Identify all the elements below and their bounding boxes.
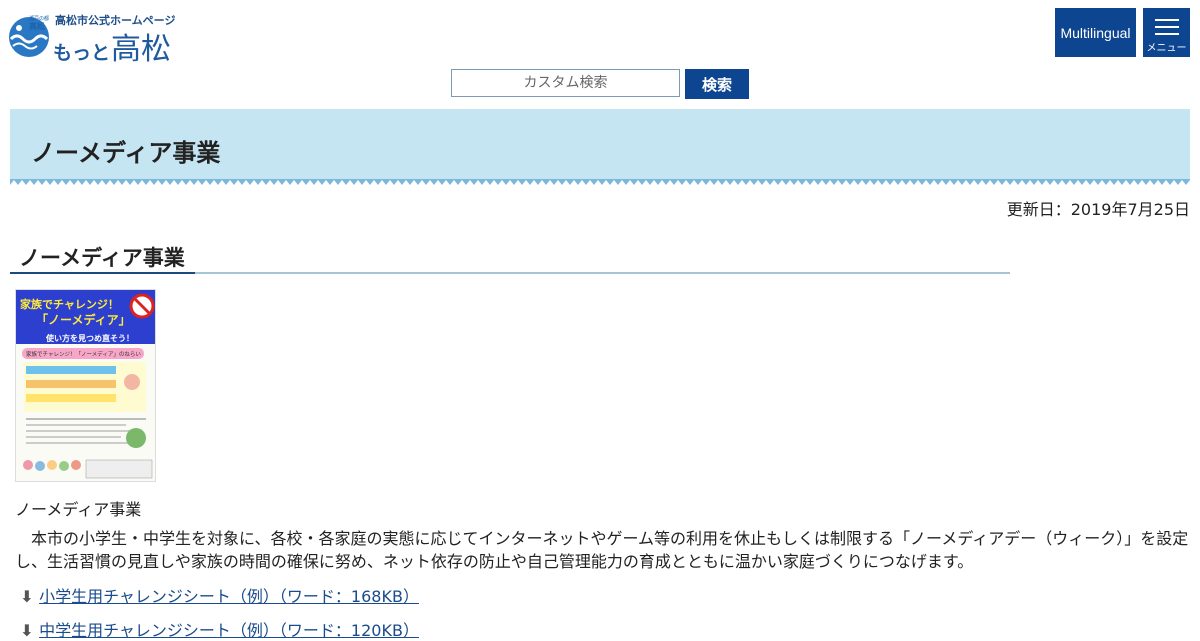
page-title: ノーメディア事業 (31, 139, 221, 167)
body-paragraph-text: 本市の小学生・中学生を対象に、各校・各家庭の実態に応じてインターネットやゲーム等… (15, 529, 1189, 571)
heading-accent-line (10, 272, 195, 274)
logo-title: もっと高松 (53, 24, 171, 68)
logo-mark-text: 高松 (29, 22, 45, 31)
no-media-flyer-image: 家族でチャレンジ！ 「ノーメディア」 使い方を見つめ直そう！ 家族でチャレンジ！… (15, 289, 156, 482)
download-arrow-icon: ⬇ (20, 587, 34, 606)
hamburger-icon (1155, 19, 1179, 35)
page-title-banner: ノーメディア事業 (10, 109, 1190, 185)
takamatsu-logo-mark: 瀬戸の都 高松 (7, 13, 53, 57)
image-caption: ノーメディア事業 (15, 500, 142, 519)
download-link-junior-high[interactable]: 中学生用チャレンジシート（例）（ワード：120KB） (39, 621, 419, 640)
section-heading-text: ノーメディア事業 (19, 246, 185, 270)
section-heading: ノーメディア事業 (10, 240, 1010, 274)
download-item: ⬇ 中学生用チャレンジシート（例）（ワード：120KB） (20, 617, 419, 641)
site-logo[interactable]: 瀬戸の都 高松 高松市公式ホームページ もっと高松 (7, 10, 177, 67)
search-button[interactable]: 検索 (685, 69, 749, 99)
logo-title-kanji: 高松 (111, 32, 172, 67)
flyer-headline-2: 「ノーメディア」 (36, 312, 131, 327)
menu-button-label: メニュー (1146, 43, 1187, 54)
flyer-aims-title: 家族でチャレンジ！「ノーメディア」のねらい (26, 350, 141, 358)
updated-date: 更新日：2019年7月25日 (1006, 200, 1190, 219)
download-link-elementary[interactable]: 小学生用チャレンジシート（例）（ワード：168KB） (39, 587, 419, 606)
body-paragraph: 本市の小学生・中学生を対象に、各校・各家庭の実態に応じてインターネットやゲーム等… (15, 527, 1190, 573)
menu-button[interactable]: メニュー (1143, 8, 1190, 57)
search-input[interactable] (451, 69, 680, 97)
logo-title-kana: もっと (53, 42, 111, 64)
download-arrow-icon: ⬇ (20, 621, 34, 640)
flyer-band: 使い方を見つめ直そう！ (45, 333, 134, 343)
wave-divider (10, 179, 1190, 185)
multilingual-button[interactable]: Multilingual (1055, 8, 1136, 57)
flyer-headline: 家族でチャレンジ！ (20, 297, 119, 311)
download-item: ⬇ 小学生用チャレンジシート（例）（ワード：168KB） (20, 583, 419, 607)
